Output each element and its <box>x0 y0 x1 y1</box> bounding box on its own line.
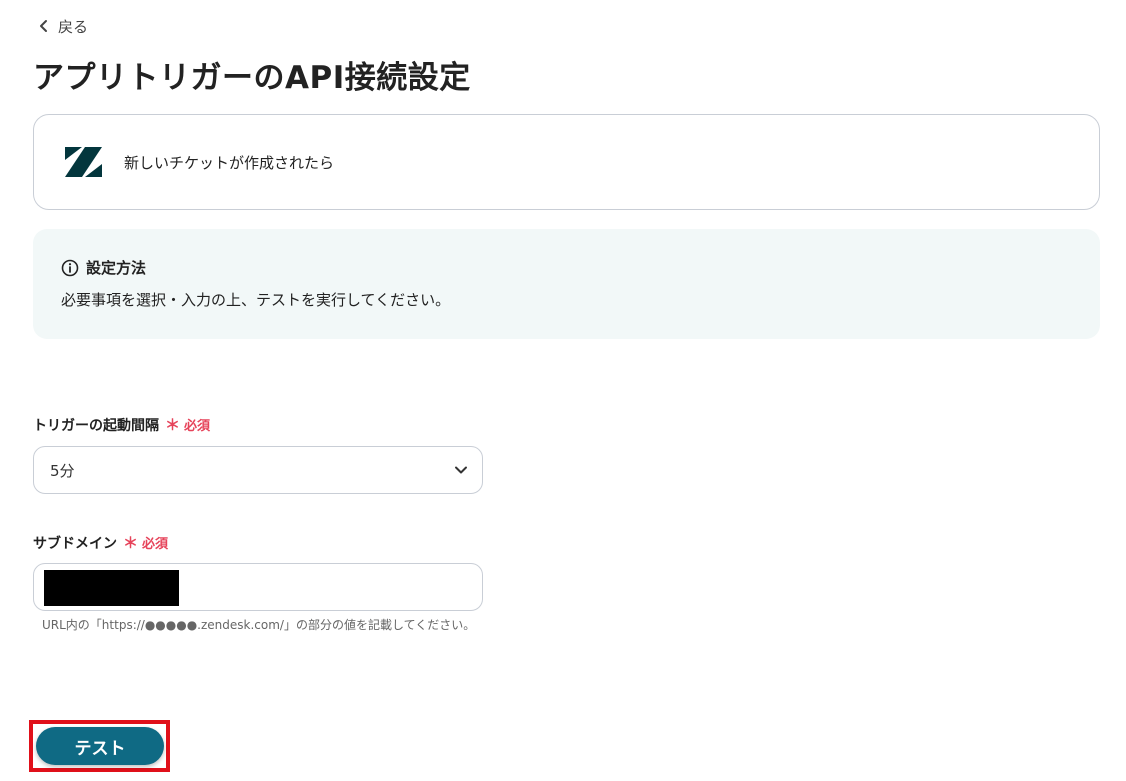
interval-label-text: トリガーの起動間隔 <box>33 417 159 434</box>
test-button[interactable]: テスト <box>36 727 164 765</box>
info-box: 設定方法 必要事項を選択・入力の上、テストを実行してください。 <box>33 229 1100 339</box>
info-title-text: 設定方法 <box>86 259 147 277</box>
chevron-left-icon <box>40 20 47 32</box>
interval-select-value: 5分 <box>50 461 75 480</box>
redacted-value <box>44 570 179 606</box>
zendesk-logo <box>65 147 102 177</box>
page-title: アプリトリガーのAPI接続設定 <box>33 60 471 96</box>
subdomain-label: サブドメイン ＊ 必須 <box>33 532 168 553</box>
required-text: 必須 <box>184 419 211 434</box>
trigger-card: 新しいチケットが作成されたら <box>33 114 1100 210</box>
subdomain-field <box>33 563 483 611</box>
info-body: 必要事項を選択・入力の上、テストを実行してください。 <box>61 291 451 309</box>
required-mark: ＊ <box>123 534 139 552</box>
required-mark: ＊ <box>165 416 181 434</box>
trigger-name: 新しいチケットが作成されたら <box>124 153 335 172</box>
subdomain-help-text: URL内の「https://●●●●●.zendesk.com/」の部分の値を記… <box>42 618 476 632</box>
subdomain-label-text: サブドメイン <box>33 535 117 552</box>
back-label: 戻る <box>58 17 89 36</box>
back-link[interactable]: 戻る <box>38 14 88 38</box>
chevron-down-icon <box>455 466 467 474</box>
required-text: 必須 <box>142 537 169 552</box>
interval-select[interactable]: 5分 <box>33 446 483 494</box>
info-circle-icon <box>61 259 79 276</box>
info-title: 設定方法 <box>61 257 146 278</box>
interval-label: トリガーの起動間隔 ＊ 必須 <box>33 414 210 435</box>
